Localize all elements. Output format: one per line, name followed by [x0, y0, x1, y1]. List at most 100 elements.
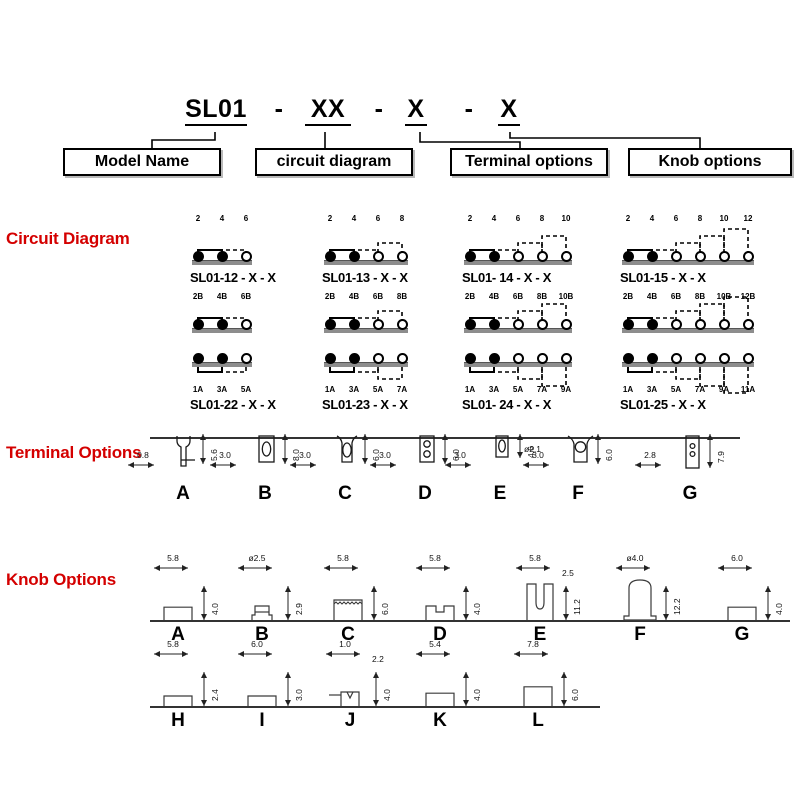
pin-label: 2 — [467, 214, 473, 223]
terminal-dot — [560, 319, 572, 330]
pin-label: 1A — [464, 385, 476, 394]
dimension-height — [765, 586, 771, 620]
terminal-option-letter: A — [176, 483, 190, 504]
pin-label: 4B — [348, 292, 360, 301]
dimension-width — [516, 565, 550, 571]
terminal-dot — [694, 353, 706, 364]
category-box-3: Terminal options — [450, 148, 608, 177]
terminal-dot — [348, 319, 360, 330]
terminal-dot — [240, 353, 252, 364]
pin-label: 6 — [515, 214, 521, 223]
pin-label: 5A — [372, 385, 384, 394]
dimension-label: 5.8 — [337, 553, 349, 563]
terminal-dot — [512, 251, 524, 262]
pin-label: 5A — [670, 385, 682, 394]
pin-label: 8B — [396, 292, 408, 301]
terminal-dot — [348, 353, 360, 364]
terminal-dot — [536, 353, 548, 364]
pin-label: 5A — [512, 385, 524, 394]
terminal-dot — [560, 251, 572, 262]
switch-rail — [324, 260, 408, 265]
terminal-dot — [622, 251, 634, 262]
circuit-part-number: SL01-22 - X - X — [190, 397, 276, 412]
pin-label: 12 — [743, 214, 753, 223]
pin-label: 4B — [646, 292, 658, 301]
terminal-dot — [372, 319, 384, 330]
dimension-width — [238, 565, 272, 571]
terminal-dot — [646, 353, 658, 364]
switch-rail — [622, 260, 754, 265]
dimension-height — [561, 672, 567, 706]
dimension-width — [128, 462, 154, 468]
dimension-label: 5.8 — [167, 553, 179, 563]
dimension-label: 0.8 — [137, 450, 149, 460]
circuit-part-number: SL01- 14 - X - X — [462, 270, 552, 285]
dimension-width — [416, 651, 450, 657]
dimension-label: 7.9 — [716, 451, 726, 463]
terminal-dot — [324, 353, 336, 364]
category-box-1: Model Name — [63, 148, 221, 177]
pin-label: 3A — [348, 385, 360, 394]
dimension-label: 5.8 — [167, 639, 179, 649]
section-title-knob-options: Knob Options — [6, 570, 116, 589]
terminal-dot — [464, 353, 476, 364]
dimension-label: 6.0 — [570, 689, 580, 701]
terminal-dot — [396, 353, 408, 364]
pin-label: 2 — [625, 214, 631, 223]
dimension-height — [285, 586, 291, 620]
terminal-dot — [622, 353, 634, 364]
dimension-width — [616, 565, 650, 571]
dimension-label: 3.0 — [454, 450, 466, 460]
terminal-option-letter: C — [338, 483, 352, 504]
dimension-label: 5.8 — [529, 553, 541, 563]
terminal-option-letter: D — [418, 483, 432, 504]
pin-label: 8B — [536, 292, 548, 301]
pin-label: 6B — [372, 292, 384, 301]
dimension-width — [523, 462, 549, 468]
terminal-dot — [646, 319, 658, 330]
terminal-dot — [488, 251, 500, 262]
pin-label: 1A — [622, 385, 634, 394]
dimension-label: 1.0 — [339, 639, 351, 649]
dimension-label: 5.8 — [429, 553, 441, 563]
pin-label: 3A — [646, 385, 658, 394]
knob-option-letter: K — [433, 710, 447, 731]
dimension-height — [285, 672, 291, 706]
terminal-dot — [396, 319, 408, 330]
dimension-width — [718, 565, 752, 571]
pin-label: 8 — [697, 214, 703, 223]
pin-label: 10 — [719, 214, 729, 223]
dimension-extra: 2.2 — [372, 654, 384, 664]
pin-label: 3A — [216, 385, 228, 394]
category-box-4: Knob options — [628, 148, 792, 177]
pin-label: 4 — [351, 214, 357, 223]
dimension-height — [201, 586, 207, 620]
pin-label: 10B — [558, 292, 574, 301]
circuit-part-number: SL01-13 - X - X — [322, 270, 408, 285]
terminal-dot — [372, 353, 384, 364]
pin-label: 2 — [327, 214, 333, 223]
dimension-label: 3.0 — [219, 450, 231, 460]
pin-label: 5A — [240, 385, 252, 394]
dimension-height — [595, 434, 601, 464]
terminal-dot — [348, 251, 360, 262]
terminal-dot — [324, 251, 336, 262]
terminal-dot — [396, 251, 408, 262]
pin-label: 6B — [512, 292, 524, 301]
terminal-dot — [464, 251, 476, 262]
terminal-dot — [718, 319, 730, 330]
dimension-label: 7.8 — [527, 639, 539, 649]
dimension-height — [463, 586, 469, 620]
pin-label: 7A — [536, 385, 548, 394]
dimension-label: 11.2 — [572, 599, 582, 615]
terminal-dot — [670, 251, 682, 262]
pin-label: 4 — [219, 214, 225, 223]
pin-label: 1A — [192, 385, 204, 394]
terminal-dot — [742, 251, 754, 262]
dimension-width — [210, 462, 236, 468]
terminal-dot — [464, 319, 476, 330]
circuit-part-number: SL01-25 - X - X — [620, 397, 706, 412]
terminal-dot — [192, 251, 204, 262]
switch-rail — [622, 328, 754, 333]
dimension-label: 12.2 — [672, 598, 682, 615]
